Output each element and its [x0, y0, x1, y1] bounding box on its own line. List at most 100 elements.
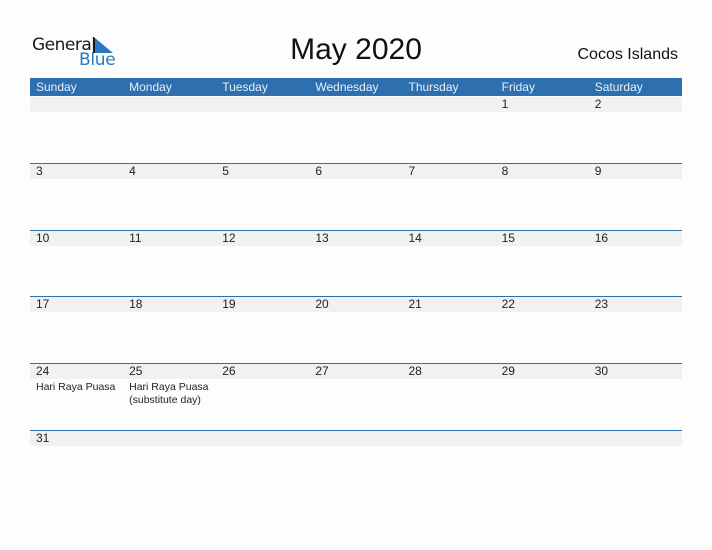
- day-number: [129, 431, 216, 446]
- day-cell: 12: [216, 231, 309, 246]
- day-number: 17: [36, 297, 50, 311]
- day-cell: [403, 97, 496, 112]
- day-number: 2: [594, 97, 602, 111]
- day-number: 29: [501, 364, 515, 378]
- day-number: 1: [501, 97, 509, 111]
- day-cell: 28: [403, 364, 496, 407]
- holiday-label: Hari Raya Puasa: [129, 381, 209, 393]
- day-cell: 24 Hari Raya Puasa: [30, 364, 123, 407]
- week-cells: 31: [30, 431, 682, 446]
- week-row: 10 11 12 13 14 15 16: [30, 230, 682, 298]
- day-number: 16: [594, 231, 609, 245]
- day-number: 31: [36, 431, 50, 445]
- day-number: 26: [222, 364, 236, 378]
- week-row: 24 Hari Raya Puasa 25 Hari Raya Puasa (subst…: [30, 363, 682, 431]
- day-number: 5: [222, 164, 229, 178]
- day-number: 13: [315, 231, 329, 245]
- day-number: [595, 431, 682, 446]
- day-number: [129, 97, 216, 112]
- day-cell: 19: [216, 297, 309, 312]
- day-number: 7: [408, 164, 416, 178]
- day-cell: 8: [496, 164, 589, 179]
- weekday-header: Sunday Monday Tuesday Wednesday Thursday…: [30, 78, 682, 96]
- day-cell: 27: [309, 364, 402, 407]
- day-number: 21: [408, 297, 422, 311]
- day-cell: [123, 97, 216, 112]
- day-cell: 15: [496, 231, 589, 246]
- day-cell: 16: [589, 231, 682, 246]
- day-number: 4: [129, 164, 136, 178]
- day-cell: 20: [309, 297, 402, 312]
- day-number: 25: [129, 364, 143, 378]
- day-number: [315, 431, 402, 446]
- week-cells: 3 4 5 6 7 8 9: [30, 164, 682, 179]
- day-cell: 1: [496, 97, 589, 112]
- day-number: [409, 97, 496, 112]
- weekday-monday: Monday: [129, 80, 172, 94]
- country-name: Cocos Islands: [577, 46, 679, 63]
- week-row: 12: [30, 97, 682, 164]
- day-cell: 4: [123, 164, 216, 179]
- day-cell: 26: [216, 364, 309, 407]
- day-number: 6: [315, 164, 323, 178]
- day-number: 18: [129, 297, 143, 311]
- day-cell: [216, 97, 309, 112]
- week-cells: 10 11 12 13 14 15 16: [30, 231, 682, 246]
- day-cell: 30: [589, 364, 682, 407]
- day-cell: 31: [30, 431, 123, 446]
- week-row: 17 18 19 20 21 22 23: [30, 296, 682, 364]
- day-cell: 2: [589, 97, 682, 112]
- day-cell: 21: [403, 297, 496, 312]
- day-number: 23: [594, 297, 609, 311]
- day-number: 30: [594, 364, 609, 378]
- day-number: 14: [408, 231, 422, 245]
- day-cell: 10: [30, 231, 123, 246]
- day-number: [36, 97, 123, 112]
- weekday-saturday: Saturday: [594, 80, 643, 94]
- weekday-tuesday: Tuesday: [222, 80, 268, 94]
- week-row: 31: [30, 430, 682, 498]
- day-number: 11: [129, 231, 142, 245]
- day-number: 28: [408, 364, 422, 378]
- day-cell: [123, 431, 216, 446]
- day-number: 24: [36, 364, 50, 378]
- day-cell: [403, 431, 496, 446]
- week-cells: 12: [30, 97, 682, 112]
- day-number: [502, 431, 589, 446]
- day-cell: 22: [496, 297, 589, 312]
- week-row: 3 4 5 6 7 8 9: [30, 163, 682, 231]
- day-cell: 23: [589, 297, 682, 312]
- day-number: 3: [36, 164, 43, 178]
- day-number: 27: [315, 364, 329, 378]
- day-cell: [216, 431, 309, 446]
- day-number: 19: [222, 297, 236, 311]
- day-cell: [496, 431, 589, 446]
- week-cells: 17 18 19 20 21 22 23: [30, 297, 682, 312]
- day-cell: 3: [30, 164, 123, 179]
- day-cell: 5: [216, 164, 309, 179]
- day-cell: 13: [309, 231, 402, 246]
- day-cell: 18: [123, 297, 216, 312]
- day-cell: [589, 431, 682, 446]
- day-number: 8: [501, 164, 509, 178]
- weekday-thursday: Thursday: [408, 80, 459, 94]
- day-cell: 6: [309, 164, 402, 179]
- day-cell: 17: [30, 297, 123, 312]
- day-number: 9: [594, 164, 602, 178]
- day-number: 15: [501, 231, 515, 245]
- day-number: 20: [315, 297, 329, 311]
- holiday-label: (substitute day): [129, 394, 201, 406]
- day-number: 10: [36, 231, 50, 245]
- day-number: 22: [501, 297, 515, 311]
- day-cell: 11: [123, 231, 216, 246]
- day-cell: [30, 97, 123, 112]
- day-cell: 7: [403, 164, 496, 179]
- day-cell: 9: [589, 164, 682, 179]
- weekday-sunday: Sunday: [36, 80, 77, 94]
- day-number: [222, 431, 309, 446]
- day-number: 12: [222, 231, 236, 245]
- day-cell: [309, 431, 402, 446]
- day-cell: 25 Hari Raya Puasa (substitute day): [123, 364, 216, 407]
- weekday-friday: Friday: [501, 80, 535, 94]
- weekday-wednesday: Wednesday: [315, 80, 379, 94]
